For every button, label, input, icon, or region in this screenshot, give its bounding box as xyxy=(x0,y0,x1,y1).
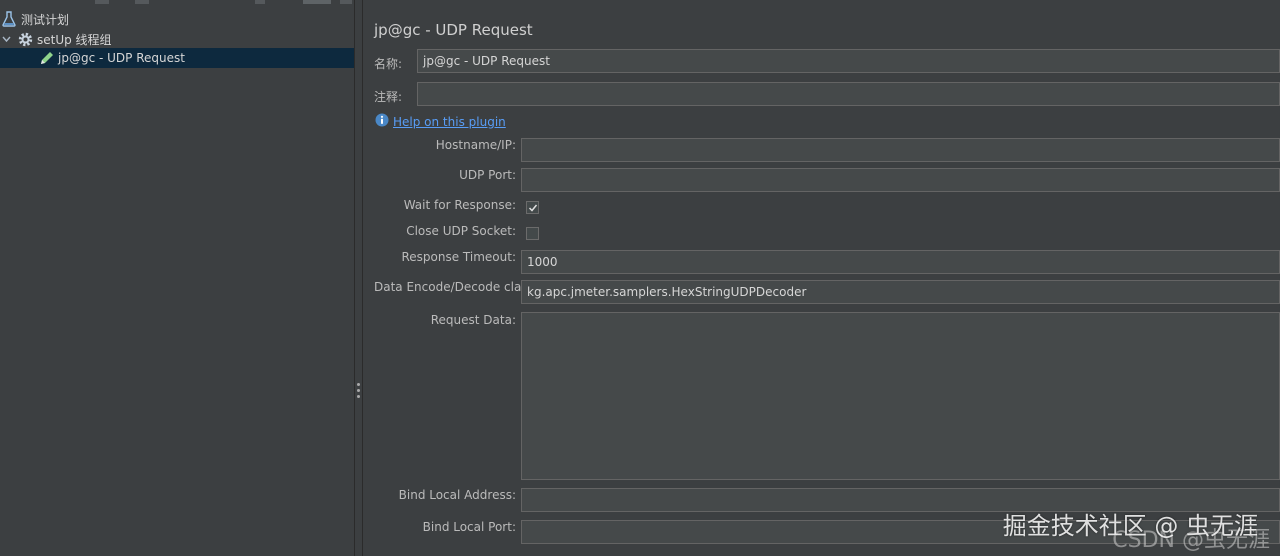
toolbar-button[interactable] xyxy=(255,0,265,4)
tree-item-label: setUp 线程组 xyxy=(37,32,112,47)
tree-item-label: 测试计划 xyxy=(21,12,70,27)
close-socket-checkbox[interactable] xyxy=(526,227,539,240)
name-field[interactable]: jp@gc - UDP Request xyxy=(417,49,1280,73)
toolbar-button[interactable] xyxy=(303,0,331,4)
hostname-label: Hostname/IP: xyxy=(435,138,516,152)
udp-port-label: UDP Port: xyxy=(459,168,516,182)
test-plan-tree: 测试计划 setUp 线程组 jp@gc - UDP Request xyxy=(0,6,354,556)
hostname-field[interactable] xyxy=(521,138,1280,162)
page-title: jp@gc - UDP Request xyxy=(374,21,533,39)
tree-item-label: jp@gc - UDP Request xyxy=(58,51,185,65)
watermark: 掘金技术社区 @ 虫无涯 xyxy=(1002,512,1258,540)
chevron-down-icon[interactable] xyxy=(0,36,12,43)
pencil-icon xyxy=(37,49,55,67)
response-timeout-label: Response Timeout: xyxy=(401,250,516,264)
bind-port-label: Bind Local Port: xyxy=(422,520,516,534)
encode-class-field[interactable]: kg.apc.jmeter.samplers.HexStringUDPDecod… xyxy=(521,280,1280,304)
toolbar-button[interactable] xyxy=(340,0,352,4)
sampler-panel: jp@gc - UDP Request 名称: jp@gc - UDP Requ… xyxy=(363,0,1280,556)
comment-label: 注释: xyxy=(374,90,403,104)
request-data-textarea[interactable] xyxy=(521,312,1280,480)
wait-response-checkbox[interactable] xyxy=(526,201,539,214)
response-timeout-field[interactable]: 1000 xyxy=(521,250,1280,274)
toolbar-button[interactable] xyxy=(95,0,109,4)
comment-field[interactable] xyxy=(417,82,1280,106)
checkmark-icon xyxy=(528,204,537,212)
toolbar-button[interactable] xyxy=(135,0,149,4)
gear-icon xyxy=(16,30,34,48)
tree-item-udp-request[interactable]: jp@gc - UDP Request xyxy=(0,48,354,68)
wait-response-label: Wait for Response: xyxy=(403,198,516,212)
help-link[interactable]: Help on this plugin xyxy=(393,115,506,129)
tree-item-test-plan[interactable]: 测试计划 xyxy=(0,9,354,29)
request-data-label: Request Data: xyxy=(430,313,516,327)
panel-splitter[interactable] xyxy=(354,0,363,556)
name-label: 名称: xyxy=(374,57,403,71)
close-socket-label: Close UDP Socket: xyxy=(406,224,516,238)
flask-icon xyxy=(0,10,18,28)
splitter-grip[interactable] xyxy=(357,383,360,399)
encode-class-label: Data Encode/Decode class: xyxy=(374,280,538,294)
info-icon xyxy=(375,113,389,130)
udp-port-field[interactable] xyxy=(521,168,1280,192)
tree-item-setup-thread-group[interactable]: setUp 线程组 xyxy=(0,29,354,49)
bind-address-label: Bind Local Address: xyxy=(398,488,516,502)
help-row: Help on this plugin xyxy=(375,113,506,130)
